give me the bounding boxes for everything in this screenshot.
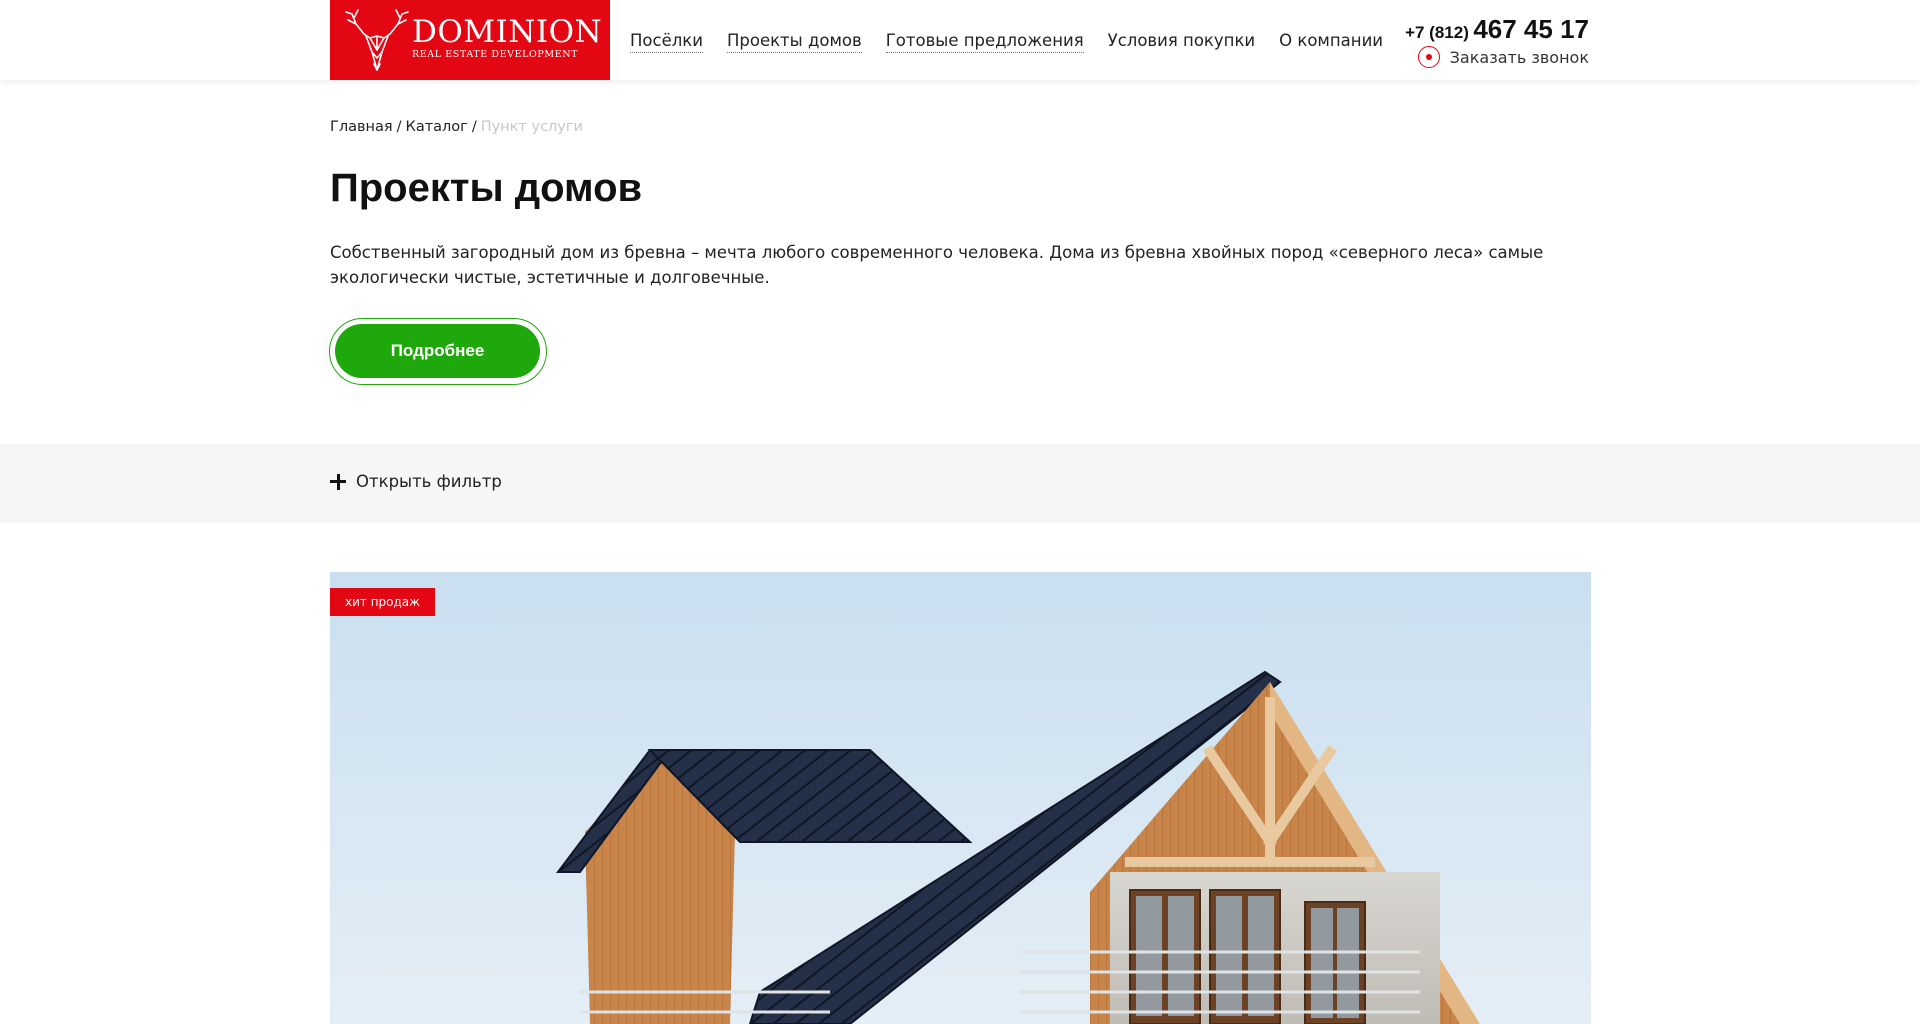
nav-item-house-projects[interactable]: Проекты домов bbox=[726, 30, 862, 53]
page-title: Проекты домов bbox=[330, 166, 643, 210]
main-nav: Посёлки Проекты домов Готовые предложени… bbox=[630, 30, 1407, 53]
logo-text: DOMINION REAL ESTATE DEVELOPMENT bbox=[412, 16, 602, 60]
breadcrumb-current: Пункт услуги bbox=[480, 119, 583, 135]
nav-item-purchase-terms[interactable]: Условия покупки bbox=[1108, 30, 1255, 53]
breadcrumb-separator: / bbox=[396, 119, 402, 135]
breadcrumb-catalog[interactable]: Каталог bbox=[406, 119, 468, 135]
phone-number: 467 45 17 bbox=[1473, 14, 1589, 44]
deer-logo-icon bbox=[345, 9, 409, 71]
house-card[interactable]: хит продаж bbox=[330, 572, 1591, 1024]
intro-text: Собственный загородный дом из бревна – м… bbox=[330, 243, 1544, 287]
more-button[interactable]: Подробнее bbox=[335, 324, 540, 378]
open-filter-label: Открыть фильтр bbox=[356, 472, 502, 491]
filter-bar: Открыть фильтр bbox=[0, 444, 1920, 523]
plus-icon bbox=[330, 473, 346, 490]
phone-code: +7 (812) bbox=[1405, 23, 1469, 42]
phone-link[interactable]: +7 (812) 467 45 17 bbox=[1405, 14, 1589, 45]
breadcrumb-home[interactable]: Главная bbox=[330, 119, 393, 135]
nav-item-villages[interactable]: Посёлки bbox=[630, 30, 703, 53]
callback-label: Заказать звонок bbox=[1449, 47, 1589, 67]
nav-item-ready-offers[interactable]: Готовые предложения bbox=[885, 30, 1084, 53]
breadcrumb: Главная / Каталог / Пункт услуги bbox=[330, 119, 583, 135]
logo-title: DOMINION bbox=[412, 14, 603, 50]
nav-item-about[interactable]: О компании bbox=[1279, 30, 1383, 53]
callback-button[interactable]: Заказать звонок bbox=[1417, 46, 1589, 68]
breadcrumb-separator: / bbox=[471, 119, 477, 135]
record-icon bbox=[1417, 46, 1440, 68]
open-filter-button[interactable]: Открыть фильтр bbox=[330, 472, 502, 491]
more-button-outline: Подробнее bbox=[329, 318, 547, 385]
house-photo bbox=[330, 572, 1591, 1024]
logo[interactable]: DOMINION REAL ESTATE DEVELOPMENT bbox=[330, 0, 610, 80]
hit-badge: хит продаж bbox=[330, 588, 435, 616]
logo-subtitle: REAL ESTATE DEVELOPMENT bbox=[412, 49, 579, 60]
site-header: DOMINION REAL ESTATE DEVELOPMENT Посёлки… bbox=[0, 0, 1920, 80]
